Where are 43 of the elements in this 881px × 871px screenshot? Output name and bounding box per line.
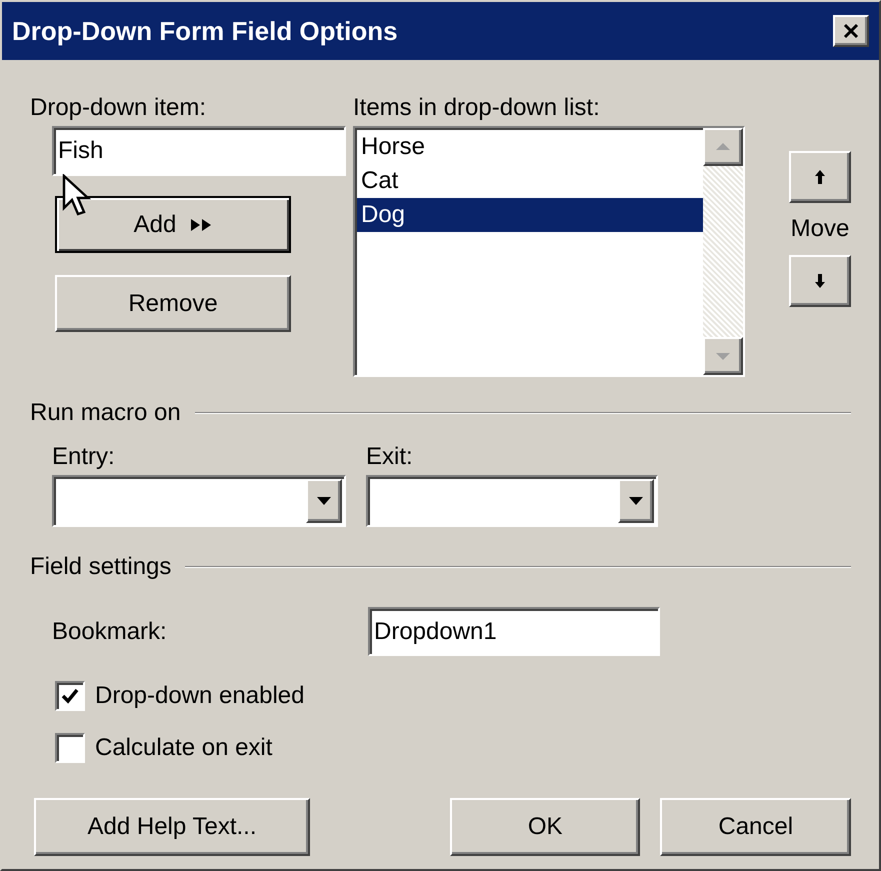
checkbox-label: Calculate on exit bbox=[95, 733, 272, 763]
checkbox[interactable] bbox=[55, 681, 85, 711]
dropdown-button[interactable] bbox=[618, 479, 654, 523]
close-button[interactable] bbox=[833, 15, 869, 47]
window-title: Drop-Down Form Field Options bbox=[12, 14, 398, 48]
group-title: Run macro on bbox=[30, 398, 181, 428]
remove-button[interactable]: Remove bbox=[55, 275, 291, 332]
dialog-button[interactable]: Add Help Text... bbox=[34, 798, 310, 856]
check-icon bbox=[61, 688, 79, 704]
scroll-down-button[interactable] bbox=[703, 337, 743, 375]
field-label: Drop-down item: bbox=[30, 93, 208, 120]
scrollbar[interactable] bbox=[703, 128, 743, 375]
checkbox-label: Drop-down enabled bbox=[95, 681, 304, 711]
move-down-button[interactable] bbox=[789, 255, 851, 307]
up-arrow-icon bbox=[814, 169, 826, 185]
input-field[interactable]: Fish bbox=[52, 126, 346, 176]
field-label: Bookmark: bbox=[52, 616, 168, 646]
scroll-up-button[interactable] bbox=[703, 128, 743, 166]
field-value: Fish bbox=[58, 136, 104, 166]
field-value: Dropdown1 bbox=[374, 616, 497, 646]
double-triangle-icon bbox=[190, 218, 212, 230]
add-button[interactable]: Add bbox=[55, 196, 291, 253]
move-label: Move bbox=[790, 214, 850, 244]
list-item[interactable]: Dog bbox=[357, 198, 703, 232]
close-icon bbox=[842, 23, 860, 39]
down-arrow-icon bbox=[814, 273, 826, 289]
dialog-button[interactable]: OK bbox=[450, 798, 640, 856]
down-triangle-icon bbox=[628, 496, 644, 506]
list-item[interactable]: Horse bbox=[357, 130, 703, 164]
field-label: Exit: bbox=[366, 442, 414, 469]
dropdown-field[interactable] bbox=[366, 475, 658, 527]
down-triangle-icon bbox=[316, 496, 332, 506]
dropdown-button[interactable] bbox=[306, 479, 342, 523]
move-up-button[interactable] bbox=[789, 151, 851, 203]
list-box[interactable]: Horse Cat Dog bbox=[353, 126, 745, 377]
input-field[interactable]: Dropdown1 bbox=[368, 607, 660, 656]
list-item[interactable]: Cat bbox=[357, 164, 703, 198]
dialog-button[interactable]: Cancel bbox=[660, 798, 851, 856]
checkbox[interactable] bbox=[55, 733, 85, 763]
field-label: Entry: bbox=[52, 442, 116, 469]
dropdown-field[interactable] bbox=[52, 475, 346, 527]
list-label: Items in drop-down list: bbox=[353, 93, 601, 120]
group-title: Field settings bbox=[30, 552, 172, 582]
